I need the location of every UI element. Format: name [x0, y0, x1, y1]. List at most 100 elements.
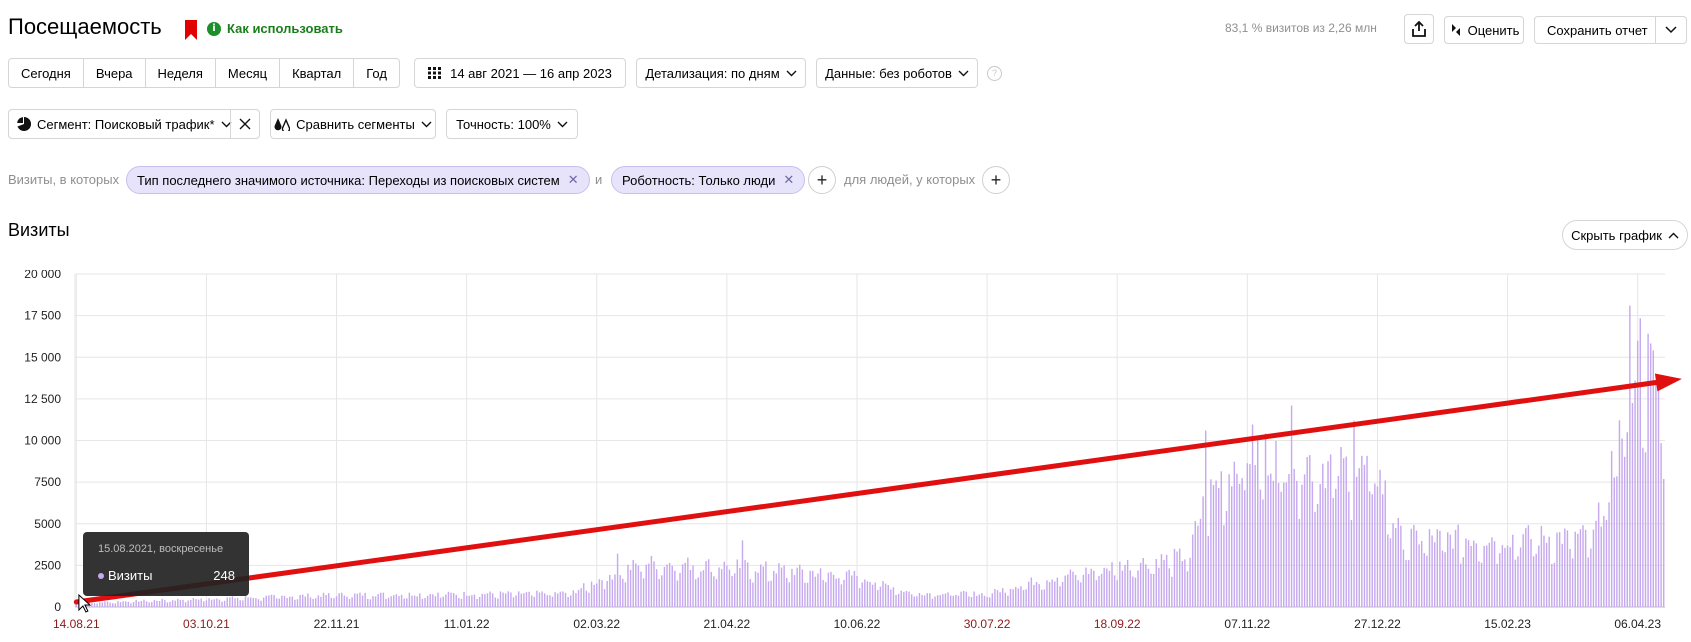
chart-bar [1225, 510, 1228, 607]
chart-bar [762, 566, 765, 607]
chart-bar [356, 593, 359, 607]
chart-bar [1283, 482, 1285, 607]
chart-bar [1639, 318, 1641, 607]
detail-dropdown[interactable]: Детализация: по дням [636, 58, 806, 88]
sample-info: 83,1 % визитов из 2,26 млн [1225, 21, 1377, 35]
chart-bar [1361, 455, 1363, 607]
chart-bar [1470, 545, 1472, 607]
chart-bar [1415, 530, 1418, 607]
rate-button[interactable]: Оценить [1444, 16, 1524, 44]
chart-bar [952, 595, 954, 607]
chart-bar [1275, 440, 1277, 607]
close-icon[interactable] [239, 118, 251, 130]
chart-bar [830, 571, 832, 607]
chart-bar [502, 592, 504, 607]
chart-bar [546, 595, 549, 607]
segment-button[interactable]: Сегмент: Поисковый трафик* [8, 109, 260, 139]
chart-bar [1197, 525, 1199, 607]
chart-bar [786, 578, 788, 607]
period-quarter[interactable]: Квартал [280, 59, 355, 87]
close-icon[interactable]: ✕ [783, 172, 794, 188]
chart-bar [603, 589, 606, 607]
share-button[interactable] [1404, 14, 1434, 44]
chart-bar [1584, 529, 1587, 607]
chart-bar [684, 562, 686, 607]
chart-bar [106, 601, 109, 607]
chart-bar [825, 582, 827, 607]
chart-bar [733, 573, 736, 607]
chart-bar [981, 593, 983, 607]
chart-bar [510, 592, 512, 607]
chart-bar [1165, 554, 1168, 607]
date-range-label: 14 авг 2021 — 16 апр 2023 [450, 65, 612, 81]
chart-bar [419, 593, 421, 607]
chart-bar [778, 563, 780, 607]
accuracy-dropdown[interactable]: Точность: 100% [446, 109, 578, 139]
chart-bar [1270, 473, 1272, 607]
chart-tooltip: 15.08.2021, воскресенье Визиты 248 [83, 532, 249, 596]
chart-bar [583, 583, 585, 607]
chart-bar [723, 561, 725, 607]
compare-label: Сравнить сегменты [296, 116, 415, 132]
chart-bar [892, 587, 895, 607]
chart-bar [588, 592, 590, 607]
chart-bar [93, 603, 96, 607]
chart-bar [817, 573, 819, 607]
chart-bar [1207, 536, 1210, 607]
chart-bar [145, 601, 148, 607]
close-icon[interactable]: ✕ [568, 172, 579, 188]
chart-bar [804, 582, 806, 607]
chevron-down-icon [421, 121, 432, 127]
chart-bar [1355, 476, 1358, 607]
chart-bar [442, 596, 444, 607]
chart-bar [799, 564, 801, 607]
chart-bar [616, 553, 619, 607]
add-people-filter-button[interactable]: + [982, 166, 1010, 194]
chart-bar [861, 582, 863, 607]
data-filter-dropdown[interactable]: Данные: без роботов [816, 58, 978, 88]
visits-chart[interactable]: 0 2500 5000 7500 10 000 12 500 15 000 17 500 20 … [0, 270, 1691, 642]
chart-bar [1514, 559, 1517, 607]
period-yesterday[interactable]: Вчера [84, 59, 146, 87]
filter-chip-source[interactable]: Тип последнего значимого источника: Пере… [126, 166, 590, 194]
chart-bar [1316, 503, 1319, 607]
chart-bar [1553, 562, 1556, 607]
chart-bar [1184, 559, 1186, 607]
chart-bar [406, 598, 408, 607]
chart-bar [596, 583, 598, 607]
chart-bar [200, 598, 202, 607]
chevron-down-icon[interactable] [1665, 26, 1677, 34]
help-icon[interactable]: ? [987, 66, 1002, 81]
chart-bar [1061, 581, 1064, 607]
bookmark-icon[interactable] [185, 20, 197, 40]
add-visit-filter-button[interactable]: + [808, 166, 836, 194]
chart-bar [283, 595, 286, 607]
chart-bar [1080, 582, 1082, 607]
chart-bar [101, 602, 104, 607]
period-week[interactable]: Неделя [146, 59, 216, 87]
save-report-button[interactable]: Сохранить отчет [1534, 16, 1687, 44]
chart-bar [1371, 494, 1373, 607]
series-dot-icon [98, 573, 104, 579]
chart-bar [564, 592, 567, 607]
period-month[interactable]: Месяц [216, 59, 281, 87]
chart-bar [1496, 563, 1498, 607]
hide-chart-button[interactable]: Скрыть график [1562, 220, 1688, 250]
chart-bar [151, 602, 153, 607]
chart-bar [843, 579, 845, 607]
chart-bar [1246, 463, 1249, 607]
filter-chip-source-label: Тип последнего значимого источника: Пере… [137, 172, 560, 188]
chart-bar [1126, 559, 1129, 607]
chart-bar [1189, 557, 1191, 607]
period-year[interactable]: Год [354, 59, 399, 87]
chart-bar [398, 596, 400, 607]
chart-bar [1301, 484, 1303, 607]
y-tick-label: 15 000 [24, 350, 61, 364]
compare-segments-button[interactable]: Сравнить сегменты [270, 109, 436, 139]
period-today[interactable]: Сегодня [9, 59, 84, 87]
chart-bar [216, 598, 218, 607]
how-to-use-link[interactable]: i Как использовать [207, 21, 343, 36]
filter-chip-robots[interactable]: Роботность: Только люди ✕ [611, 166, 806, 194]
chart-bar [395, 594, 398, 607]
date-range-button[interactable]: 14 авг 2021 — 16 апр 2023 [414, 58, 626, 88]
